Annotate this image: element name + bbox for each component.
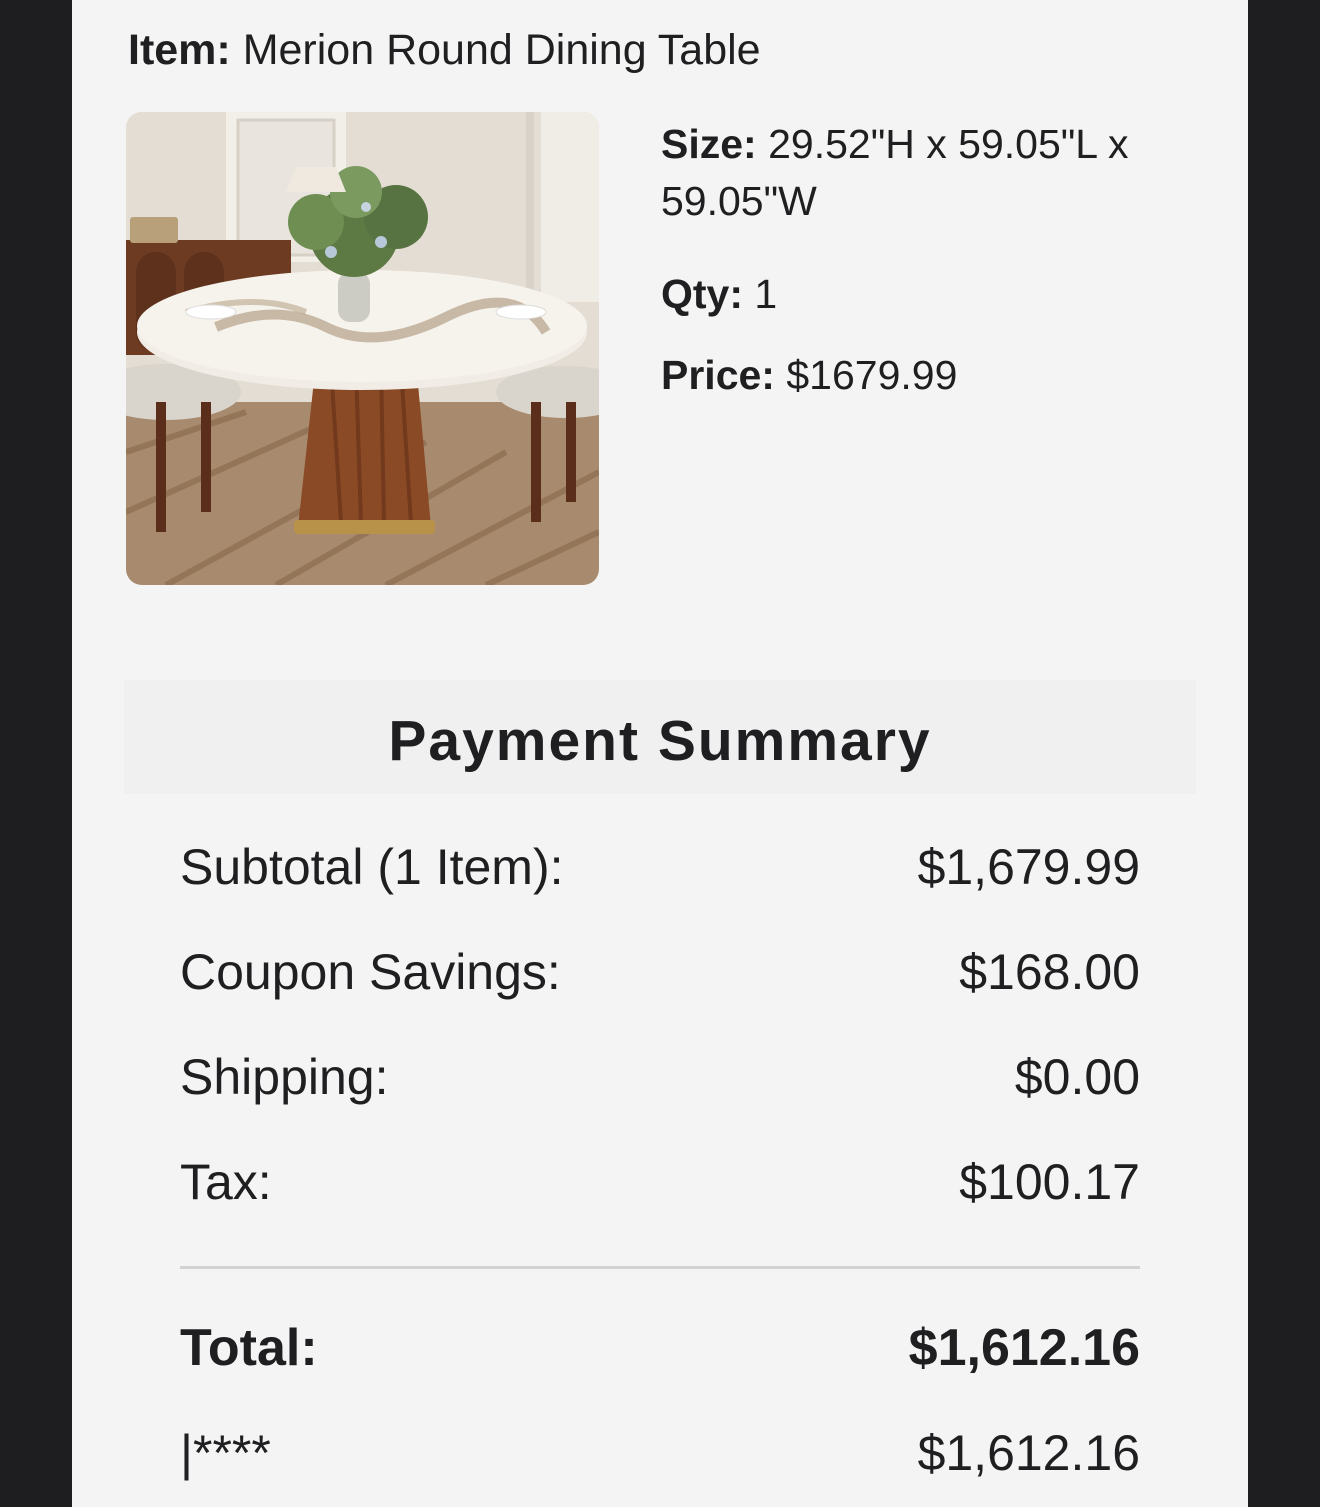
price-row: Price: $1679.99 [661, 347, 1201, 404]
qty-value: 1 [754, 271, 778, 317]
summary-row-value: $1,679.99 [917, 838, 1140, 895]
item-details: Size: 29.52"H x 59.05"L x 59.05"W Qty: 1… [661, 116, 1201, 404]
qty-row: Qty: 1 [661, 266, 1201, 323]
total-value: $1,612.16 [908, 1318, 1140, 1377]
summary-row-value: $0.00 [1014, 1048, 1140, 1105]
item-name: Merion Round Dining Table [242, 26, 761, 74]
summary-row-value: $168.00 [959, 943, 1140, 1000]
summary-row-value: $100.17 [959, 1153, 1140, 1210]
price-label: Price: [661, 352, 775, 398]
summary-divider [180, 1266, 1140, 1269]
payment-method-row: |**** $1,612.16 [180, 1400, 1140, 1505]
order-detail-page: Item: Merion Round Dining Table Size: 29… [72, 0, 1248, 1507]
total-label: Total: [180, 1318, 318, 1377]
payment-method-amount: $1,612.16 [917, 1424, 1140, 1481]
summary-row-label: Shipping: [180, 1048, 389, 1105]
summary-row-tax: Tax: $100.17 [180, 1129, 1140, 1234]
item-title: Item: Merion Round Dining Table [128, 22, 761, 78]
summary-row-subtotal: Subtotal (1 Item): $1,679.99 [180, 814, 1140, 919]
summary-row-label: Tax: [180, 1153, 272, 1210]
payment-summary-list: Subtotal (1 Item): $1,679.99 Coupon Savi… [180, 814, 1140, 1505]
item-label: Item: [128, 26, 231, 74]
size-row: Size: 29.52"H x 59.05"L x 59.05"W [661, 116, 1201, 230]
size-label: Size: [661, 121, 757, 167]
payment-summary-title: Payment Summary [124, 680, 1196, 794]
summary-row-label: Coupon Savings: [180, 943, 561, 1000]
summary-total-row: Total: $1,612.16 [180, 1295, 1140, 1400]
summary-row-coupon: Coupon Savings: $168.00 [180, 919, 1140, 1024]
summary-row-shipping: Shipping: $0.00 [180, 1024, 1140, 1129]
summary-row-label: Subtotal (1 Item): [180, 838, 564, 895]
price-value: $1679.99 [786, 352, 958, 398]
dining-table-photo [126, 112, 599, 585]
product-image[interactable] [126, 112, 599, 585]
payment-method-card: |**** [180, 1424, 271, 1481]
qty-label: Qty: [661, 271, 743, 317]
